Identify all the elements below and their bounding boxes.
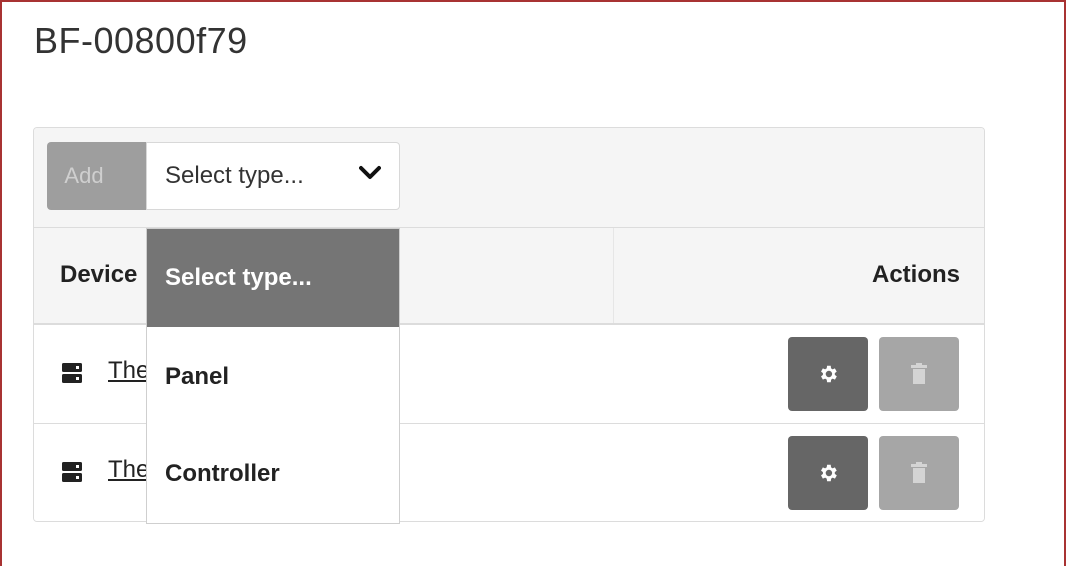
device-link[interactable]: The [108, 357, 149, 385]
dropdown-option-panel[interactable]: Panel [147, 328, 399, 426]
delete-button[interactable] [879, 436, 959, 510]
trash-icon [911, 363, 927, 384]
device-type-dropdown: Select type... Panel Controller [146, 228, 400, 524]
window-border-left [0, 0, 2, 566]
gear-icon [821, 464, 837, 482]
trash-icon [911, 462, 927, 483]
server-icon [62, 363, 82, 383]
add-button[interactable]: Add [47, 142, 147, 210]
window-border-top [0, 0, 1066, 2]
column-divider [613, 228, 614, 323]
select-value: Select type... [165, 162, 304, 189]
dropdown-option-select-type[interactable]: Select type... [147, 229, 399, 327]
device-link[interactable]: The [108, 456, 149, 484]
chevron-down-icon [359, 166, 381, 179]
settings-button[interactable] [788, 436, 868, 510]
delete-button[interactable] [879, 337, 959, 411]
gear-icon [821, 365, 837, 383]
column-header-device: Device [60, 261, 138, 288]
page-title: BF-00800f79 [34, 20, 248, 61]
settings-button[interactable] [788, 337, 868, 411]
server-icon [62, 462, 82, 482]
device-type-select[interactable]: Select type... [146, 142, 400, 210]
dropdown-option-controller[interactable]: Controller [147, 425, 399, 523]
column-header-actions: Actions [871, 261, 960, 288]
toolbar: Add Select type... [34, 128, 984, 228]
